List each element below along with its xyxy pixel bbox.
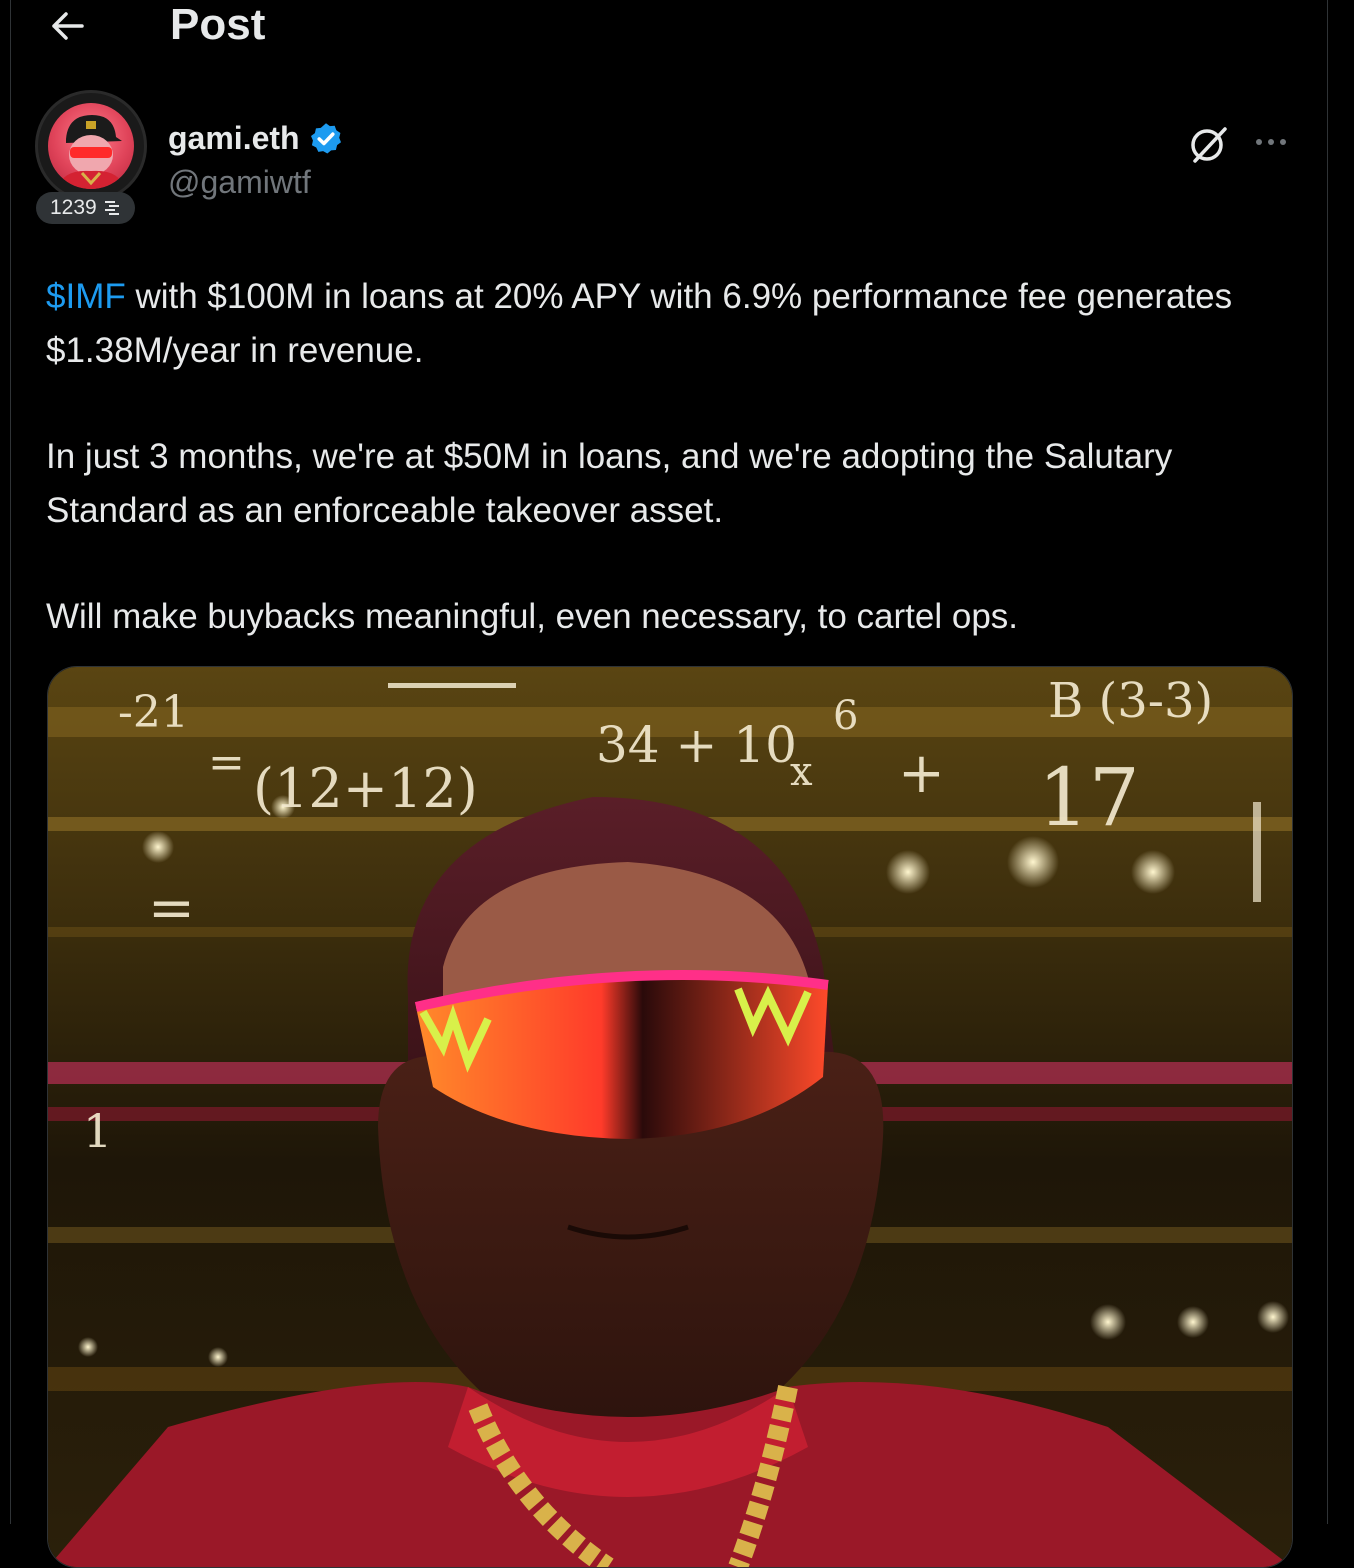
author-name-row[interactable]: gami.eth [168, 120, 344, 157]
tweet-paragraph-text: with $100M in loans at 20% APY with 6.9%… [46, 277, 1233, 370]
more-options-button[interactable] [1247, 120, 1295, 164]
tweet-paragraph: Will make buybacks meaningful, even nece… [46, 597, 1019, 636]
equation-text: 34 + 10 [596, 716, 797, 774]
arrow-left-icon [52, 12, 84, 40]
page-title: Post [170, 0, 266, 49]
equation-text: = [208, 737, 245, 788]
tweet-paragraph: In just 3 months, we're at $50M in loans… [46, 437, 1173, 530]
equation-text: -21 [118, 687, 189, 738]
tweet-paragraph: $IMF with $100M in loans at 20% APY with… [46, 270, 1306, 378]
cashtag-link[interactable]: $IMF [46, 277, 126, 316]
equation-text: 1 [83, 1104, 112, 1158]
display-name[interactable]: gami.eth [168, 120, 300, 157]
equation-text: B (3-3) [1048, 673, 1213, 729]
equation-text: (12+12) [253, 757, 478, 820]
follower-badge[interactable]: 1239 [36, 192, 135, 224]
back-button[interactable] [45, 4, 89, 48]
badge-count: 1239 [50, 196, 97, 219]
equation-text: + [898, 741, 945, 806]
post-column: Post 1239 gami.eth @gamiwtf $IMF with $1… [10, 0, 1328, 1568]
more-horizontal-icon [1256, 139, 1286, 145]
header: Post [11, 0, 1327, 56]
equation-text: 6 [833, 693, 858, 739]
avatar[interactable] [35, 90, 147, 202]
verified-badge-icon [310, 122, 341, 154]
equation-text: = [148, 876, 195, 941]
tweet-text: $IMF with $100M in loans at 20% APY with… [46, 270, 1306, 696]
equation-text: x [790, 749, 813, 795]
tweet-media-image[interactable]: -21 (12+12) 34 + 10 x 6 B (3-3) 17 + 21 … [47, 666, 1293, 1568]
stack-icon [104, 201, 119, 215]
equation-text: 17 [1038, 751, 1140, 844]
grok-icon[interactable] [1187, 122, 1231, 166]
author-handle[interactable]: @gamiwtf [168, 164, 311, 201]
